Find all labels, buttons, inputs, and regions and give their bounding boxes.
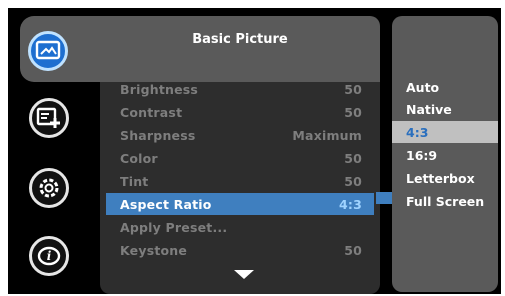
menu-item-label: Sharpness [120,127,196,143]
option-label: Full Screen [406,193,485,209]
info-glyph: i [37,246,61,266]
menu-item-value: 50 [344,242,362,258]
option-label: 16:9 [406,147,438,163]
aspect-ratio-options-panel: Auto Native 4:3 16:9 Letterbox Full Scre… [392,16,498,292]
basic-picture-panel: Basic Picture Brightness 50 Contrast 50 … [100,16,380,294]
menu-item-value: 4:3 [339,196,362,212]
menu-item-contrast[interactable]: Contrast 50 [106,101,374,123]
option-label: Native [406,101,452,117]
menu-item-value: 50 [344,104,362,120]
option-full-screen[interactable]: Full Screen [392,190,498,212]
option-label: Letterbox [406,170,475,186]
option-letterbox[interactable]: Letterbox [392,167,498,189]
menu-item-keystone[interactable]: Keystone 50 [106,239,374,261]
menu-item-label: Aspect Ratio [120,196,212,212]
settings-gear-icon[interactable] [29,168,69,208]
option-auto[interactable]: Auto [392,76,498,98]
chevron-down-icon[interactable] [234,270,254,279]
svg-text:i: i [47,249,52,263]
menu-item-label: Apply Preset... [120,219,228,235]
picture-plus-glyph [36,107,60,128]
option-4-3[interactable]: 4:3 [392,121,498,143]
menu-item-tint[interactable]: Tint 50 [106,170,374,192]
menu-item-value: 50 [344,81,362,97]
info-icon[interactable]: i [29,236,69,276]
menu-item-label: Keystone [120,242,188,258]
menu-item-label: Contrast [120,104,183,120]
menu-item-aspect-ratio[interactable]: Aspect Ratio 4:3 [106,193,374,215]
menu-list: Brightness 50 Contrast 50 Sharpness Maxi… [100,82,380,294]
option-label: Auto [406,79,440,95]
menu-item-apply-preset[interactable]: Apply Preset... [106,216,374,238]
menu-item-value: Maximum [292,127,362,143]
gear-glyph [39,178,59,198]
menu-item-value: 50 [344,150,362,166]
menu-item-label: Tint [120,173,149,189]
picture-plus-icon[interactable] [29,98,69,138]
picture-glyph [35,40,61,60]
option-native[interactable]: Native [392,98,498,120]
menu-item-label: Color [120,150,158,166]
menu-item-value: 50 [344,173,362,189]
panel-title: Basic Picture [192,32,288,47]
picture-icon[interactable] [28,31,68,71]
menu-item-color[interactable]: Color 50 [106,147,374,169]
option-label: 4:3 [406,124,429,140]
menu-item-sharpness[interactable]: Sharpness Maximum [106,124,374,146]
menu-item-brightness[interactable]: Brightness 50 [106,78,374,100]
option-16-9[interactable]: 16:9 [392,144,498,166]
menu-item-label: Brightness [120,81,199,97]
